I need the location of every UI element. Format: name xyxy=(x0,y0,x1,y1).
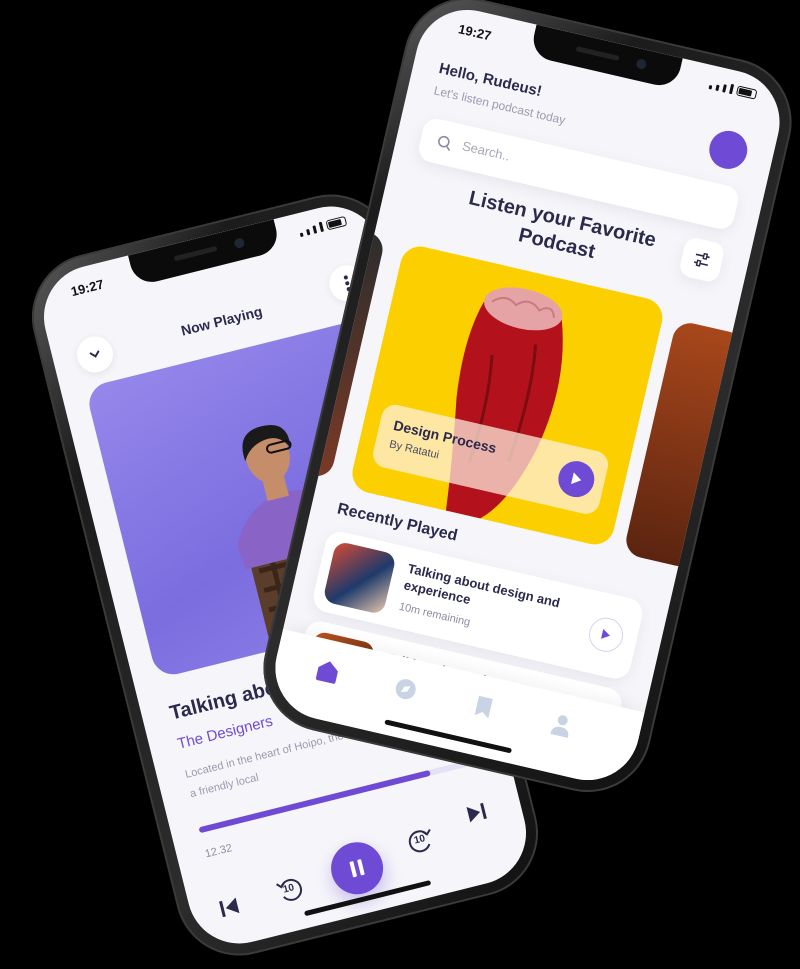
recent-thumbnail xyxy=(322,540,397,616)
filter-button[interactable] xyxy=(677,235,726,284)
notch xyxy=(528,24,683,90)
search-placeholder: Search.. xyxy=(460,138,512,164)
battery-icon xyxy=(735,85,758,100)
nav-explore[interactable] xyxy=(389,674,425,710)
nav-profile[interactable] xyxy=(545,710,581,746)
current-time: 12.32 xyxy=(203,842,234,861)
rewind-button[interactable]: 10 xyxy=(271,870,310,909)
status-time: 19:27 xyxy=(69,276,106,300)
home-screen: 19:27 Hello, Rudeus! Let's listen podcas… xyxy=(265,0,790,791)
skip-next-icon[interactable] xyxy=(463,799,490,826)
play-pause-button[interactable] xyxy=(325,836,389,900)
search-icon xyxy=(438,135,450,151)
play-icon xyxy=(571,472,582,485)
recent-play-button[interactable] xyxy=(585,614,627,656)
status-icons xyxy=(708,79,758,100)
recent-title: Talking about design and experience xyxy=(402,560,562,611)
nav-home[interactable] xyxy=(311,656,347,692)
status-icons xyxy=(298,215,348,238)
controls-bar: 10 10 xyxy=(210,802,505,928)
featured-play-button[interactable] xyxy=(554,457,598,501)
home-phone: 19:27 Hello, Rudeus! Let's listen podcas… xyxy=(250,0,800,805)
skip-previous-icon[interactable] xyxy=(216,894,243,921)
nav-saved[interactable] xyxy=(467,692,503,728)
forward-button[interactable]: 10 xyxy=(401,821,440,860)
pause-icon xyxy=(349,859,365,878)
user-icon xyxy=(550,715,569,738)
battery-icon xyxy=(325,215,348,231)
status-time: 19:27 xyxy=(456,21,493,44)
avatar[interactable] xyxy=(705,127,752,173)
home-icon xyxy=(315,661,338,684)
sliders-icon xyxy=(693,252,710,267)
bookmark-icon xyxy=(474,695,493,719)
play-icon xyxy=(601,629,610,639)
notch xyxy=(128,219,282,287)
featured-card[interactable]: Design Process By Ratatui xyxy=(348,242,667,549)
compass-icon xyxy=(395,679,416,700)
featured-artwork xyxy=(445,287,563,519)
